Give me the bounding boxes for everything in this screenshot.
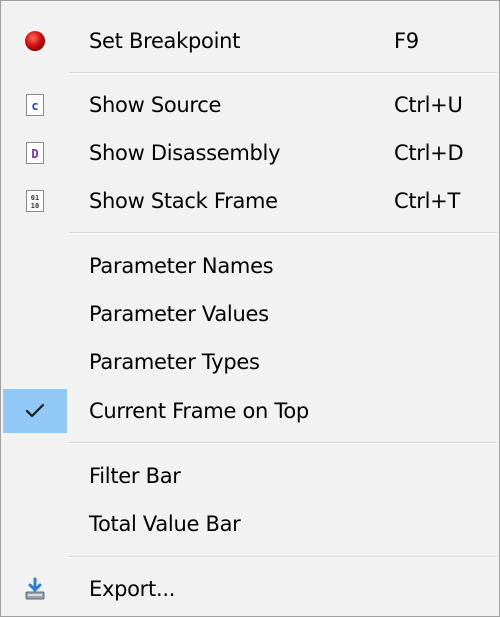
menu-item-current-frame-on-top[interactable]: Current Frame on Top — [1, 387, 499, 435]
menu-item-filter-bar[interactable]: Filter Bar — [1, 452, 499, 500]
menu-item-parameter-types[interactable]: Parameter Types — [1, 338, 499, 386]
menu-item-label: Set Breakpoint — [89, 29, 241, 53]
menu-item-shortcut: Ctrl+U — [394, 93, 463, 117]
menu-item-label: Show Stack Frame — [89, 189, 278, 213]
menu-item-label: Show Disassembly — [89, 141, 281, 165]
binary-file-glyph: 01 10 — [26, 190, 44, 212]
menu-item-show-disassembly[interactable]: D Show Disassembly Ctrl+D — [1, 129, 499, 177]
menu-item-label: Parameter Values — [89, 302, 269, 326]
menu-item-shortcut: Ctrl+D — [394, 141, 464, 165]
c-file-glyph: c — [26, 94, 44, 116]
export-icon — [21, 575, 49, 603]
menu-item-show-stack-frame[interactable]: 01 10 Show Stack Frame Ctrl+T — [1, 177, 499, 225]
menu-item-label: Parameter Names — [89, 254, 274, 278]
checkmark-icon — [21, 397, 49, 425]
menu-item-export[interactable]: Export... — [1, 565, 499, 613]
menu-separator — [69, 556, 497, 558]
menu-item-parameter-values[interactable]: Parameter Values — [1, 290, 499, 338]
menu-item-label: Total Value Bar — [89, 512, 241, 536]
menu-item-label: Current Frame on Top — [89, 399, 309, 423]
d-file-glyph: D — [26, 142, 44, 164]
menu-item-total-value-bar[interactable]: Total Value Bar — [1, 500, 499, 548]
red-dot-icon — [21, 27, 49, 55]
menu-item-parameter-names[interactable]: Parameter Names — [1, 242, 499, 290]
context-menu: Set Breakpoint F9 c Show Source Ctrl+U D… — [0, 0, 500, 617]
menu-item-label: Show Source — [89, 93, 222, 117]
d-file-icon: D — [21, 139, 49, 167]
menu-separator — [69, 442, 497, 444]
menu-item-set-breakpoint[interactable]: Set Breakpoint F9 — [1, 17, 499, 65]
menu-item-label: Filter Bar — [89, 464, 181, 488]
menu-separator — [69, 72, 497, 74]
c-file-icon: c — [21, 91, 49, 119]
menu-item-shortcut: F9 — [394, 29, 419, 53]
menu-item-show-source[interactable]: c Show Source Ctrl+U — [1, 81, 499, 129]
menu-item-shortcut: Ctrl+T — [394, 189, 460, 213]
menu-separator — [69, 232, 497, 234]
binary-file-icon: 01 10 — [21, 187, 49, 215]
menu-item-label: Parameter Types — [89, 350, 260, 374]
menu-item-label: Export... — [89, 577, 176, 601]
